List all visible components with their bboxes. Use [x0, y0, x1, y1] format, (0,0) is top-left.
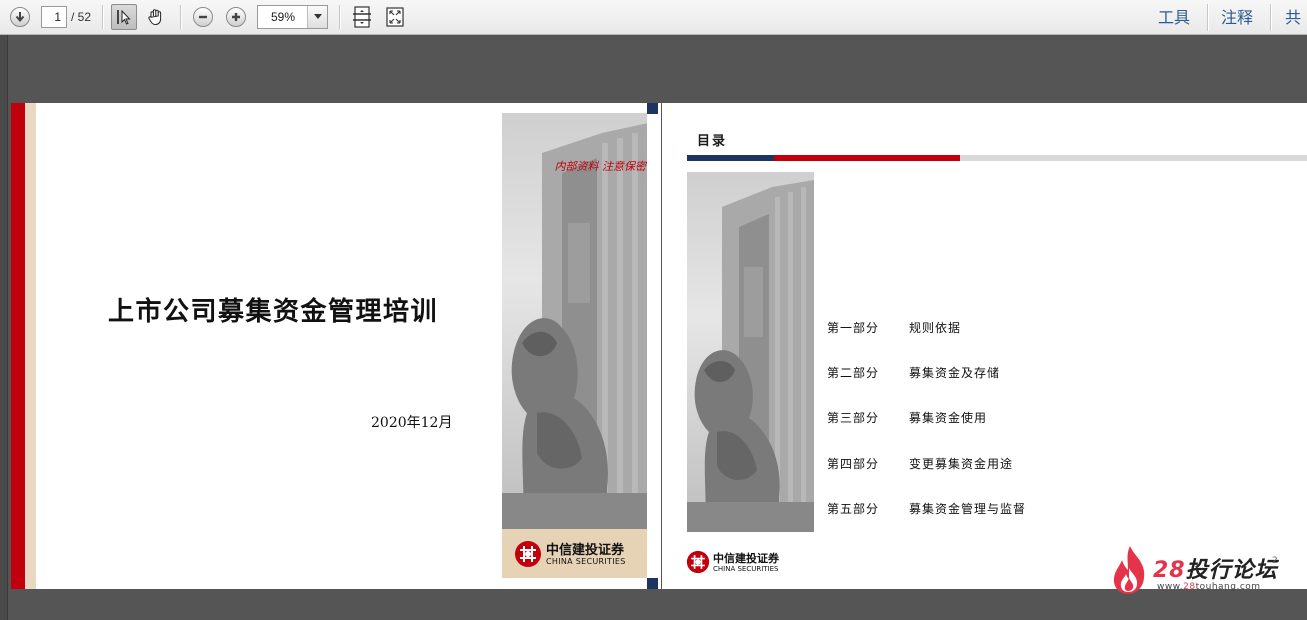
toolbar-separator	[102, 5, 103, 29]
toc-title: 募集资金使用	[909, 411, 988, 425]
building-lion-image	[502, 113, 648, 529]
menu-tools[interactable]: 工具	[1158, 0, 1190, 35]
confidential-note: 内部资料 注意保密	[554, 160, 647, 173]
page-number-input[interactable]: 1	[41, 6, 67, 28]
building-lion-image	[687, 172, 814, 532]
contents-logo-en: CHINA SECURITIES	[713, 565, 779, 573]
toolbar-separator	[1207, 4, 1208, 31]
toc-title: 募集资金及存储	[909, 366, 1001, 380]
toc-title: 变更募集资金用途	[909, 457, 1014, 471]
expand-icon	[386, 7, 404, 27]
zoom-value[interactable]: 59%	[258, 6, 308, 28]
slide-contents: 目录 第一部分 规则依据 第二部分 募集资金及存储 第三部分 募集资金使用 第四…	[662, 103, 1307, 589]
toc-item-4[interactable]: 第四部分 变更募集资金用途	[827, 455, 1013, 472]
watermark-url: www.28touhang.com	[1157, 582, 1261, 592]
fit-page-button[interactable]	[350, 5, 374, 29]
zoom-out-button[interactable]	[191, 5, 215, 29]
toolbar-separator	[180, 5, 181, 29]
toc-part-label: 第一部分	[827, 321, 880, 335]
flame-logo-icon	[1113, 546, 1145, 594]
heading-bar-grey	[960, 155, 1307, 161]
toolbar-separator	[339, 5, 340, 29]
cursor-select-icon	[117, 9, 131, 25]
watermark-url-num: 28	[1183, 582, 1196, 592]
chevron-down-icon	[313, 14, 322, 19]
cover-logo-cn: 中信建投证券	[546, 543, 625, 558]
watermark-text: 28投行论坛	[1153, 552, 1278, 584]
zoom-select[interactable]: 59%	[257, 5, 328, 29]
viewer-left-edge	[0, 35, 8, 620]
contents-logo-cn: 中信建投证券	[713, 552, 779, 565]
hand-icon	[148, 9, 162, 26]
zoom-in-button[interactable]	[224, 5, 248, 29]
cover-title: 上市公司募集资金管理培训	[108, 297, 439, 327]
toc-item-5[interactable]: 第五部分 募集资金管理与监督	[827, 500, 1026, 517]
viewer-toolbar: 1 / 52 59% 工具 注释 共	[0, 0, 1307, 35]
toc-title: 规则依据	[909, 321, 962, 335]
fit-page-icon	[353, 6, 371, 28]
toc-item-3[interactable]: 第三部分 募集资金使用	[827, 409, 987, 426]
cover-logo-en: CHINA SECURITIES	[546, 557, 626, 566]
page-down-button[interactable]	[8, 5, 32, 29]
cover-right-strip	[647, 103, 658, 589]
select-tool-button[interactable]	[111, 4, 137, 30]
menu-comment[interactable]: 注释	[1221, 0, 1253, 35]
navy-cap-bottom	[647, 578, 658, 589]
heading-bar-red	[774, 155, 960, 161]
heading-bar-navy	[687, 155, 774, 161]
cover-beige-stripe	[25, 103, 36, 589]
toc-part-label: 第五部分	[827, 502, 880, 516]
watermark-name: 投行论坛	[1185, 558, 1278, 583]
fit-width-button[interactable]	[383, 5, 407, 29]
page-total-label: / 52	[71, 10, 92, 24]
toc-item-1[interactable]: 第一部分 规则依据	[827, 319, 961, 336]
slide-page-number: 2	[1272, 556, 1278, 566]
minus-circle-icon	[199, 15, 207, 19]
hand-tool-button[interactable]	[144, 5, 168, 29]
cover-logo-band: 中信建投证券 CHINA SECURITIES	[502, 529, 648, 578]
watermark-num: 28	[1153, 558, 1186, 583]
citic-logo-icon	[515, 541, 541, 567]
navy-cap-top	[647, 103, 658, 114]
menu-share[interactable]: 共享	[1285, 0, 1307, 35]
cover-date: 2020年12月	[371, 415, 453, 431]
citic-logo-icon	[686, 550, 710, 574]
toc-item-2[interactable]: 第二部分 募集资金及存储	[827, 364, 1000, 381]
watermark-url-suffix: touhang.com	[1195, 582, 1261, 592]
menu-share-label: 共享	[1285, 8, 1302, 27]
arrow-down-circle-icon	[15, 12, 25, 23]
toc-part-label: 第四部分	[827, 457, 880, 471]
contents-heading: 目录	[697, 134, 728, 149]
watermark-url-prefix: www.	[1157, 582, 1184, 592]
cover-red-stripe	[11, 103, 25, 589]
slide-cover: 上市公司募集资金管理培训 2020年12月 内部资料 注意保密 中信建投证券 C	[11, 103, 661, 589]
zoom-dropdown-button[interactable]	[307, 6, 327, 28]
toc-part-label: 第三部分	[827, 411, 880, 425]
watermark: 28投行论坛 www.28touhang.com	[1110, 544, 1290, 596]
toc-part-label: 第二部分	[827, 366, 880, 380]
toc-title: 募集资金管理与监督	[909, 502, 1027, 516]
toolbar-separator	[1270, 4, 1271, 31]
plus-circle-icon	[232, 13, 240, 21]
